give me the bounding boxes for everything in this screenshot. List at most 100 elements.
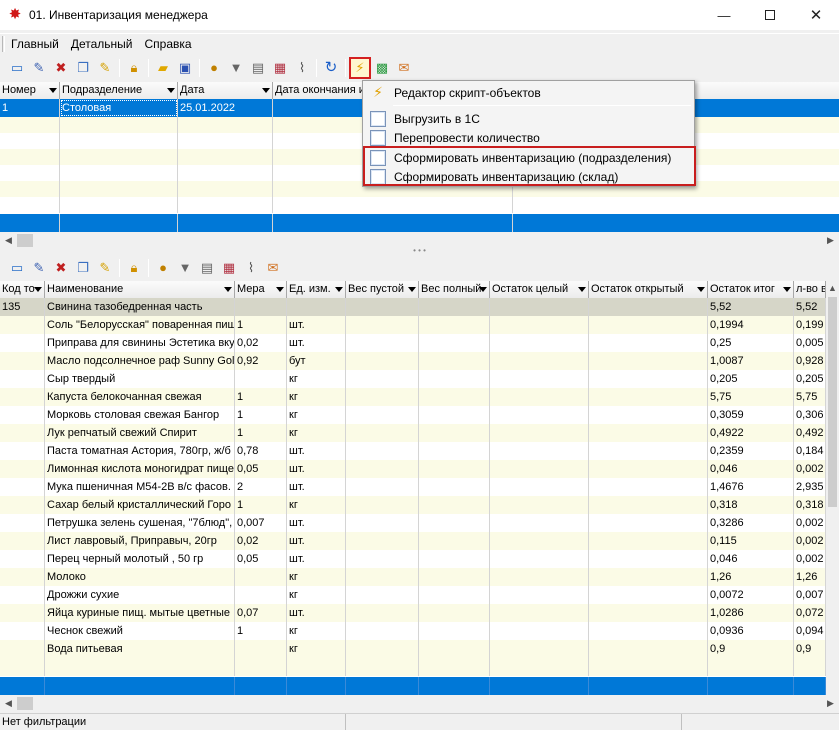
col-number[interactable]: Номер	[0, 82, 60, 99]
col-unit[interactable]: Ед. изм.	[287, 281, 346, 298]
table-row[interactable]: Чеснок свежий 1 кг 0,0936 0,094	[0, 622, 826, 640]
cell-code	[0, 334, 45, 352]
table-row[interactable]: Лимонная кислота моногидрат пище 0,05 шт. 0…	[0, 460, 826, 478]
report-icon[interactable]: ▦	[269, 57, 291, 79]
scroll-left-icon[interactable]: ◀	[0, 232, 17, 249]
col-measure[interactable]: Мера	[235, 281, 287, 298]
menu-main[interactable]: Главный	[5, 34, 65, 54]
cell-name: Петрушка зелень сушеная, "7блюд",	[45, 514, 235, 532]
report-icon[interactable]: ▦	[218, 257, 240, 279]
col-name[interactable]: Наименование	[45, 281, 235, 298]
search-icon[interactable]: ●	[152, 257, 174, 279]
delete-icon[interactable]: ✖	[50, 57, 72, 79]
menu-item-form-inventory-warehouse[interactable]: Сформировать инвентаризацию (склад)	[363, 167, 694, 186]
col-department[interactable]: Подразделение	[60, 82, 178, 99]
cell-name: Морковь столовая свежая Бангор	[45, 406, 235, 424]
table-row[interactable]: Паста томатная Астория, 780гр, ж/б 0,78 шт…	[0, 442, 826, 460]
splitter-handle[interactable]: • • •	[0, 247, 839, 255]
folder-open-icon[interactable]: ▰	[152, 57, 174, 79]
copy-icon[interactable]: ❐	[72, 257, 94, 279]
col-weight-empty[interactable]: Вес пустой	[346, 281, 419, 298]
col-code[interactable]: Код то	[0, 281, 45, 298]
book-icon[interactable]: ✉	[393, 57, 415, 79]
table-row[interactable]: Мука пшеничная М54-2В в/с фасов. 2 2 шт. 1,…	[0, 478, 826, 496]
lock-icon[interactable]: 🔒︎	[123, 57, 145, 79]
col-date[interactable]: Дата	[178, 82, 273, 99]
scroll-right-icon[interactable]: ▶	[822, 232, 839, 249]
menu-help[interactable]: Справка	[139, 34, 198, 54]
scroll-right-icon[interactable]: ▶	[822, 695, 839, 712]
print-icon[interactable]: ▤	[247, 57, 269, 79]
col-rest-whole[interactable]: Остаток целый	[490, 281, 589, 298]
table-row[interactable]: Лук репчатый свежий Спирит 1 кг 0,4922 0,492	[0, 424, 826, 442]
table-row[interactable]: Вода питьевая кг 0,9 0,9	[0, 640, 826, 658]
bottom-vscrollbar[interactable]: ▲	[826, 281, 839, 695]
menu-item-export-1c[interactable]: Выгрузить в 1С	[363, 109, 694, 128]
cell-code	[0, 586, 45, 604]
attach-icon[interactable]: ⌇	[240, 257, 262, 279]
open-folder-icon[interactable]: ▭	[6, 57, 28, 79]
cell-code	[0, 316, 45, 334]
scroll-left-icon[interactable]: ◀	[0, 695, 17, 712]
cell-name: Свинина тазобедренная часть	[45, 298, 235, 316]
cell-unit: шт.	[287, 478, 346, 496]
script-objects-button[interactable]: ⚡	[349, 57, 371, 79]
cell-measure	[235, 298, 287, 316]
table-row[interactable]: Лист лавровый, Приправыч, 20гр 0,02 шт. 0,1…	[0, 532, 826, 550]
cell-measure: 2	[235, 478, 287, 496]
scroll-thumb[interactable]	[17, 697, 33, 710]
table-row[interactable]: Яйца куриные пищ. мытые цветные 0,07 шт. 1,…	[0, 604, 826, 622]
copy-icon[interactable]: ❐	[72, 57, 94, 79]
table-row[interactable]: Дрожжи сухие кг 0,0072 0,007	[0, 586, 826, 604]
col-rest-total[interactable]: Остаток итог	[708, 281, 794, 298]
status-pane-2	[346, 714, 682, 730]
menu-detail[interactable]: Детальный	[65, 34, 139, 54]
table-row[interactable]: Соль "Белорусская" поваренная пищ 1 шт. 0,1…	[0, 316, 826, 334]
cell-code	[0, 532, 45, 550]
close-button[interactable]: ✕	[793, 0, 839, 30]
attach-icon[interactable]: ⌇	[291, 57, 313, 79]
refresh-icon[interactable]: ↻	[320, 57, 342, 79]
export-icon[interactable]: ▩	[371, 57, 393, 79]
col-weight-full[interactable]: Вес полный	[419, 281, 490, 298]
lock-icon[interactable]: 🔒︎	[123, 257, 145, 279]
maximize-button[interactable]	[747, 0, 793, 30]
edit-all-icon[interactable]: ✎	[94, 57, 116, 79]
filter-icon[interactable]: ▼	[225, 57, 247, 79]
open-folder-icon[interactable]: ▭	[6, 257, 28, 279]
scroll-thumb[interactable]	[17, 234, 33, 247]
red-star-icon[interactable]: ✸	[7, 7, 23, 23]
cell-total: 0,3286	[708, 514, 794, 532]
save-icon[interactable]: ▣	[174, 57, 196, 79]
cell-code	[0, 370, 45, 388]
edit-all-icon[interactable]: ✎	[94, 257, 116, 279]
table-row[interactable]: Капуста белокочанная свежая 1 кг 5,75 5,75	[0, 388, 826, 406]
delete-icon[interactable]: ✖	[50, 257, 72, 279]
bottom-hscrollbar[interactable]: ◀ ▶	[0, 695, 839, 712]
minimize-button[interactable]: —	[701, 0, 747, 30]
col-rest-open[interactable]: Остаток открытый	[589, 281, 708, 298]
filter-icon[interactable]: ▼	[174, 257, 196, 279]
table-row[interactable]: Перец черный молотый , 50 гр 0,05 шт. 0,046…	[0, 550, 826, 568]
table-row[interactable]: Приправа для свинины Эстетика вку 0,02 шт.…	[0, 334, 826, 352]
close-icon: ✕	[809, 7, 823, 24]
table-row[interactable]: Сахар белый кристаллический Горо 1 кг 0,318…	[0, 496, 826, 514]
table-row[interactable]: Молоко кг 1,26 1,26	[0, 568, 826, 586]
table-row[interactable]: Сыр твердый кг 0,205 0,205	[0, 370, 826, 388]
edit-icon[interactable]: ✎	[28, 57, 50, 79]
table-row[interactable]: Петрушка зелень сушеная, "7блюд", 0,007 шт…	[0, 514, 826, 532]
table-row[interactable]: Масло подсолнечное раф Sunny Gold 0,92 бут…	[0, 352, 826, 370]
vscroll-thumb[interactable]	[828, 297, 837, 507]
print-icon[interactable]: ▤	[196, 257, 218, 279]
menu-item-form-inventory-dept[interactable]: Сформировать инвентаризацию (подразделен…	[363, 148, 694, 167]
scroll-up-icon[interactable]: ▲	[824, 281, 839, 295]
search-icon[interactable]: ●	[203, 57, 225, 79]
cell-total: 0,046	[708, 550, 794, 568]
menu-item-script-editor[interactable]: ⚡ Редактор скрипт-объектов	[363, 83, 694, 102]
edit-icon[interactable]: ✎	[28, 257, 50, 279]
menu-item-recalc-qty[interactable]: Перепровести количество	[363, 128, 694, 147]
col-qty[interactable]: л-во в	[794, 281, 826, 298]
table-row[interactable]: 135 Свинина тазобедренная часть 5,52 5,52	[0, 298, 826, 316]
book-icon[interactable]: ✉	[262, 257, 284, 279]
table-row[interactable]: Морковь столовая свежая Бангор 1 кг 0,3059 0…	[0, 406, 826, 424]
